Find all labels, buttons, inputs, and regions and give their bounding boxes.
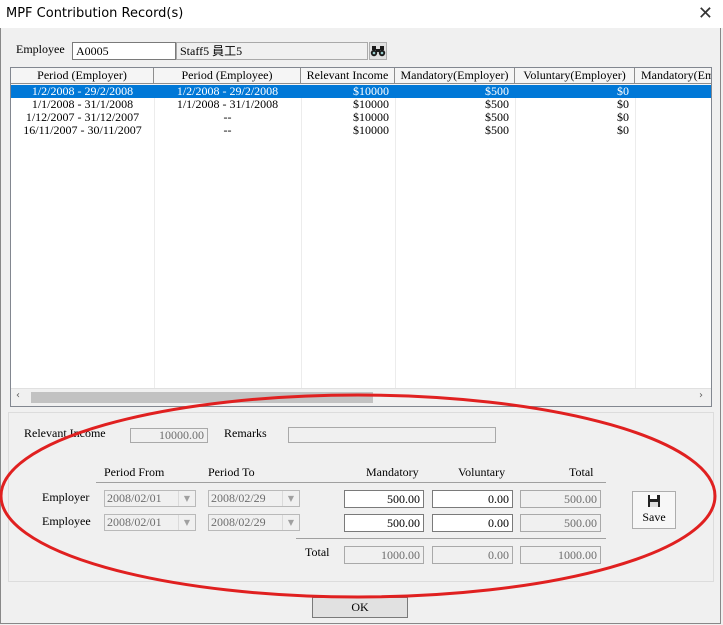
table-cell: $10000 (353, 124, 389, 137)
employer-voluntary-input[interactable]: 0.00 (432, 490, 513, 508)
title-bar: MPF Contribution Record(s) ✕ (0, 0, 723, 28)
grand-total-field: 1000.00 (520, 546, 601, 564)
employee-row-label: Employee (42, 514, 91, 528)
employer-period-from-select: 2008/02/01 ▼ (104, 490, 196, 507)
employer-period-to-select: 2008/02/29 ▼ (208, 490, 300, 507)
table-row[interactable]: 16/11/2007 - 30/11/2007 -- $10000 $500 $… (11, 124, 711, 137)
total-label: Total (305, 545, 330, 559)
table-cell (635, 85, 711, 98)
relevant-income-field: 10000.00 (130, 428, 208, 443)
employee-mandatory-input[interactable]: 500.00 (344, 514, 424, 532)
mandatory-header: Mandatory (366, 465, 419, 479)
employee-total-field: 500.00 (520, 514, 601, 532)
period-to-header: Period To (208, 465, 255, 479)
table-cell (635, 111, 711, 124)
column-header[interactable]: Mandatory(Em (635, 68, 711, 84)
employee-period-from-value: 2008/02/01 (107, 515, 162, 529)
table-cell: $500 (485, 111, 509, 124)
table-row[interactable]: 1/2/2008 - 29/2/2008 1/2/2008 - 29/2/200… (11, 85, 711, 98)
table-cell: 1/1/2008 - 31/1/2008 (31, 98, 134, 111)
header-divider (96, 482, 606, 483)
chevron-down-icon: ▼ (178, 515, 195, 530)
table-cell: $0 (617, 85, 629, 98)
table-cell: $500 (485, 85, 509, 98)
table-cell: 1/2/2008 - 29/2/2008 (176, 85, 279, 98)
total-mandatory-field: 1000.00 (344, 546, 424, 564)
save-button[interactable]: Save (632, 491, 676, 529)
table-cell: $500 (485, 124, 509, 137)
column-header[interactable]: Period (Employer) (11, 68, 154, 84)
table-cell: 16/11/2007 - 30/11/2007 (23, 124, 142, 137)
employee-code-input[interactable]: A0005 (72, 42, 176, 60)
total-header: Total (569, 465, 594, 479)
table-row[interactable]: 1/12/2007 - 31/12/2007 -- $10000 $500 $0 (11, 111, 711, 124)
horizontal-scrollbar[interactable]: ‹ › (11, 388, 711, 406)
employer-mandatory-input[interactable]: 500.00 (344, 490, 424, 508)
table-cell: $10000 (353, 111, 389, 124)
employee-period-to-value: 2008/02/29 (211, 515, 266, 529)
voluntary-header: Voluntary (458, 465, 506, 479)
period-from-header: Period From (104, 465, 165, 479)
scroll-left-icon[interactable]: ‹ (16, 390, 20, 401)
chevron-down-icon: ▼ (282, 515, 299, 530)
table-header: Period (Employer) Period (Employee) Rele… (11, 68, 711, 85)
window-title: MPF Contribution Record(s) (6, 6, 184, 21)
employer-period-from-value: 2008/02/01 (107, 491, 162, 505)
table-cell: $0 (617, 111, 629, 124)
close-icon[interactable]: ✕ (698, 3, 713, 24)
total-voluntary-field: 0.00 (432, 546, 513, 564)
employee-label: Employee (16, 42, 65, 56)
table-cell: $500 (485, 98, 509, 111)
table-cell: $0 (617, 98, 629, 111)
table-cell: 1/1/2008 - 31/1/2008 (176, 98, 279, 111)
table-cell: 1/2/2008 - 29/2/2008 (31, 85, 134, 98)
remarks-field (288, 427, 496, 443)
table-cell (635, 98, 711, 111)
ok-button[interactable]: OK (312, 597, 408, 618)
total-divider (296, 538, 606, 539)
scrollbar-thumb[interactable] (31, 392, 373, 403)
table-cell: -- (223, 111, 232, 124)
employer-period-to-value: 2008/02/29 (211, 491, 266, 505)
employee-name-field: Staff5 員工5 (176, 42, 368, 60)
search-employee-button[interactable] (369, 42, 387, 60)
table-row[interactable]: 1/1/2008 - 31/1/2008 1/1/2008 - 31/1/200… (11, 98, 711, 111)
chevron-down-icon: ▼ (282, 491, 299, 506)
employer-total-field: 500.00 (520, 490, 601, 508)
save-button-label: Save (642, 510, 666, 524)
save-icon (648, 495, 660, 507)
binoculars-icon (370, 46, 386, 57)
table-cell: $10000 (353, 85, 389, 98)
column-header[interactable]: Voluntary(Employer) (515, 68, 635, 84)
table-cell: 1/12/2007 - 31/12/2007 (25, 111, 140, 124)
relevant-income-label: Relevant Income (24, 426, 106, 440)
scroll-right-icon[interactable]: › (699, 390, 703, 401)
chevron-down-icon: ▼ (178, 491, 195, 506)
table-cell: $10000 (353, 98, 389, 111)
table-cell: $0 (617, 124, 629, 137)
employer-label: Employer (42, 490, 90, 504)
remarks-label: Remarks (224, 426, 267, 440)
column-header[interactable]: Relevant Income (301, 68, 395, 84)
employee-voluntary-input[interactable]: 0.00 (432, 514, 513, 532)
column-header[interactable]: Period (Employee) (154, 68, 301, 84)
contribution-table[interactable]: Period (Employer) Period (Employee) Rele… (10, 67, 712, 407)
table-cell (635, 124, 711, 137)
table-cell: -- (223, 124, 232, 137)
column-header[interactable]: Mandatory(Employer) (395, 68, 515, 84)
employee-period-from-select: 2008/02/01 ▼ (104, 514, 196, 531)
employee-period-to-select: 2008/02/29 ▼ (208, 514, 300, 531)
